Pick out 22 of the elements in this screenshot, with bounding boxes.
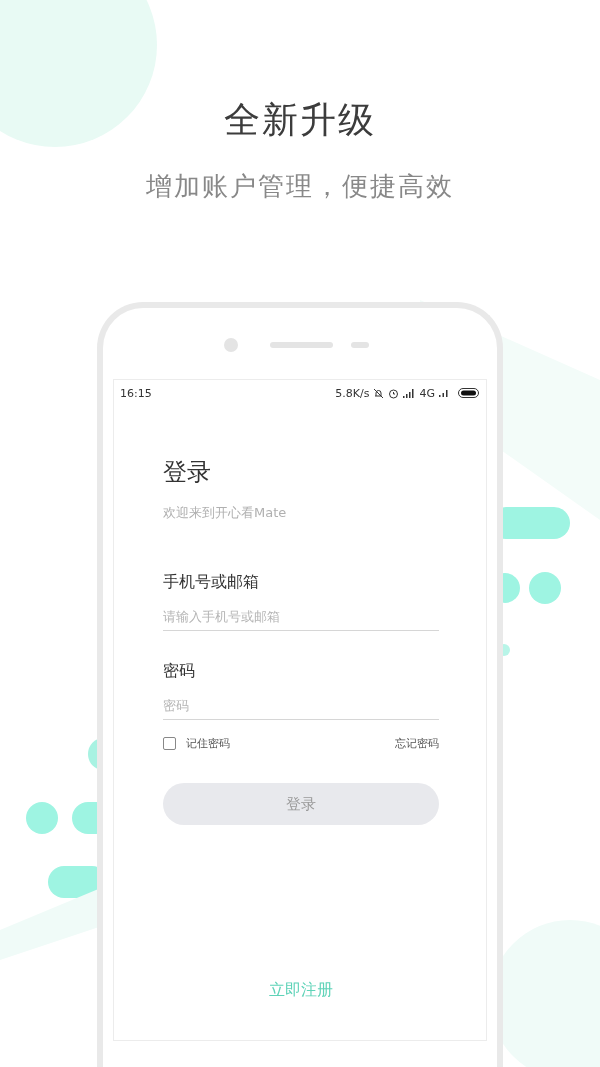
signal-icon (439, 389, 448, 397)
network-type: 4G (419, 386, 435, 400)
remember-checkbox[interactable] (163, 737, 176, 750)
battery-icon (458, 388, 480, 398)
decorative-dot (529, 572, 561, 604)
remember-label: 记住密码 (186, 736, 230, 751)
login-title: 登录 (163, 457, 212, 488)
input-field[interactable]: 请输入手机号或邮箱 (163, 605, 439, 631)
register-link[interactable]: 立即注册 (269, 980, 333, 1001)
decorative-dot (26, 802, 58, 834)
field-label: 密码 (163, 661, 196, 682)
alarm-icon (388, 387, 400, 399)
headline-title: 全新升级 (224, 98, 376, 142)
field-label: 手机号或邮箱 (163, 572, 260, 593)
input-field[interactable]: 密码 (163, 694, 439, 720)
status-time: 16:15 (120, 386, 152, 400)
signal-icon (403, 388, 416, 398)
welcome-text: 欢迎来到开心看Mate (163, 504, 288, 522)
network-speed: 5.8K/s (335, 386, 370, 400)
forgot-password-link[interactable]: 忘记密码 (395, 736, 439, 751)
headline-subtitle: 增加账户管理，便捷高效 (146, 170, 454, 203)
mute-icon (373, 387, 385, 399)
